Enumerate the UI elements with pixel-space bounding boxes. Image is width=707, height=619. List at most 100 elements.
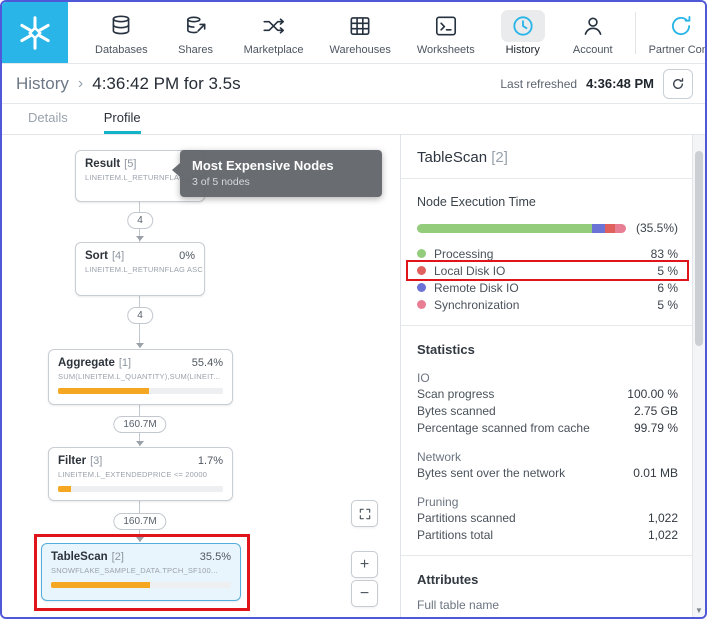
- edge-label: 160.7M: [113, 513, 167, 530]
- divider: [401, 325, 692, 326]
- stat-value: 1,022: [647, 511, 678, 525]
- tooltip-subtitle: 3 of 5 nodes: [192, 176, 250, 188]
- stat-row: Partitions total 1,022: [417, 526, 678, 543]
- stat-group-io: IO: [417, 371, 430, 385]
- legend-dot-processing: [417, 249, 426, 258]
- legend-value: 6 %: [657, 280, 678, 295]
- tab-details[interactable]: Details: [28, 110, 68, 134]
- node-progress-bar: [58, 388, 149, 394]
- panel-node-name: TableScan: [417, 149, 488, 166]
- databases-icon: [99, 10, 143, 42]
- refresh-button[interactable]: [663, 68, 693, 99]
- node-detail-panel: TableScan [2] Node Execution Time (35.5%…: [400, 135, 705, 617]
- snowflake-logo[interactable]: [2, 2, 68, 63]
- panel-title: TableScan [2]: [417, 149, 678, 166]
- node-detail: SUM(LINEITEM.L_QUANTITY),SUM(LINEIT...: [58, 372, 221, 381]
- legend-value: 83 %: [650, 246, 678, 261]
- stat-row: Partitions scanned 1,022: [417, 509, 678, 526]
- node-progress-track: [58, 388, 223, 394]
- node-sort[interactable]: Sort [4] 0% LINEITEM.L_RETURNFLAG ASC NU…: [75, 242, 205, 296]
- stat-value: 2.75 GB: [633, 404, 678, 418]
- legend-dot-synchronization: [417, 300, 426, 309]
- nav-item-worksheets[interactable]: Worksheets: [404, 10, 488, 56]
- node-progress-track: [58, 486, 223, 492]
- breadcrumb-history-link[interactable]: History: [16, 74, 69, 94]
- top-navigation: Databases Shares Marketplace Warehouses …: [2, 2, 705, 64]
- nav-label: History: [505, 43, 540, 56]
- divider: [401, 555, 692, 556]
- node-index: [1]: [118, 357, 132, 369]
- nav-item-databases[interactable]: Databases: [82, 10, 161, 56]
- node-index: [5]: [124, 158, 137, 170]
- history-icon: [500, 9, 545, 42]
- node-name: Result: [85, 158, 121, 170]
- legend-label: Local Disk IO: [434, 263, 506, 278]
- marketplace-icon: [252, 10, 296, 42]
- node-percent: 1.7%: [197, 455, 223, 467]
- legend-row-remote-disk-io: Remote Disk IO 6 %: [417, 279, 678, 296]
- breadcrumb-separator: ›: [77, 74, 84, 92]
- node-index: [4]: [112, 250, 125, 262]
- node-progress-bar: [51, 582, 150, 588]
- stat-row: Scan progress 100.00 %: [417, 385, 678, 402]
- edge-arrow: [136, 537, 144, 542]
- nav-item-history[interactable]: History: [488, 9, 558, 56]
- node-name: Filter: [58, 455, 87, 467]
- stat-label: Partitions total: [417, 528, 494, 542]
- fit-to-screen-button[interactable]: [351, 500, 378, 527]
- zoom-in-button[interactable]: +: [351, 551, 378, 578]
- stat-row: Percentage scanned from cache 99.79 %: [417, 419, 678, 436]
- scrollbar-down-arrow[interactable]: ▼: [693, 606, 705, 615]
- edge-label: 160.7M: [113, 416, 167, 433]
- stat-value: 1,022: [647, 528, 678, 542]
- divider: [401, 178, 692, 179]
- node-percent: 35.5%: [199, 551, 231, 563]
- node-aggregate[interactable]: Aggregate [1] 55.4% SUM(LINEITEM.L_QUANT…: [48, 349, 233, 405]
- header-right: Last refreshed 4:36:48 PM: [500, 68, 693, 99]
- shares-icon: [174, 10, 218, 42]
- warehouses-icon: [338, 10, 382, 42]
- nav-label: Marketplace: [243, 43, 304, 56]
- execution-legend: Processing 83 % Local Disk IO 5 % Remote…: [406, 245, 689, 313]
- stat-group-network: Network: [417, 450, 462, 464]
- nav-label: Partner Conn: [648, 43, 705, 56]
- nav-item-account[interactable]: Account: [558, 10, 628, 56]
- nav-item-marketplace[interactable]: Marketplace: [231, 10, 317, 56]
- execution-time-row: (35.5%): [417, 221, 678, 235]
- legend-value: 5 %: [657, 297, 678, 312]
- panel-scrollbar[interactable]: ▼: [692, 135, 705, 617]
- node-name: TableScan: [51, 551, 108, 563]
- node-filter[interactable]: Filter [3] 1.7% LINEITEM.L_EXTENDEDPRICE…: [48, 447, 233, 501]
- node-detail: LINEITEM.L_EXTENDEDPRICE <= 20000: [58, 470, 208, 479]
- panel-node-index: [2]: [491, 149, 508, 166]
- page-header: History › 4:36:42 PM for 3.5s Last refre…: [2, 64, 705, 104]
- edge-label: 4: [127, 307, 153, 324]
- nav-label: Worksheets: [416, 43, 475, 56]
- execution-time-bar: [417, 223, 626, 233]
- legend-label: Synchronization: [434, 297, 520, 312]
- stat-label: Partitions scanned: [417, 511, 516, 525]
- stat-label: Percentage scanned from cache: [417, 421, 590, 435]
- scrollbar-thumb[interactable]: [695, 151, 703, 346]
- stat-label: Bytes sent over the network: [417, 466, 566, 480]
- edge-arrow: [136, 441, 144, 446]
- execution-time-heading: Node Execution Time: [417, 195, 536, 209]
- snowflake-app-window: Databases Shares Marketplace Warehouses …: [0, 0, 707, 619]
- edge-label: 4: [127, 212, 153, 229]
- nav-item-shares[interactable]: Shares: [161, 10, 231, 56]
- node-tablescan[interactable]: TableScan [2] 35.5% SNOWFLAKE_SAMPLE_DAT…: [41, 543, 241, 601]
- node-percent: 55.4%: [191, 357, 223, 369]
- snowflake-logo-icon: [20, 15, 50, 50]
- zoom-out-button[interactable]: −: [351, 580, 378, 607]
- stat-value: 100.00 %: [627, 387, 678, 401]
- full-table-name-label: Full table name: [417, 598, 500, 612]
- profile-dag: 4 4 160.7M 160.7M Result [5] LINEITEM.L_…: [2, 135, 400, 617]
- tab-profile[interactable]: Profile: [103, 110, 141, 134]
- most-expensive-nodes-tooltip: Most Expensive Nodes 3 of 5 nodes: [172, 150, 382, 197]
- nav-item-partner-connect[interactable]: Partner Conn: [636, 10, 705, 56]
- stat-row: Bytes scanned 2.75 GB: [417, 402, 678, 419]
- worksheets-icon: [424, 10, 468, 42]
- node-percent: 0%: [179, 250, 195, 262]
- fit-to-screen-icon: [359, 508, 370, 519]
- nav-item-warehouses[interactable]: Warehouses: [317, 10, 404, 56]
